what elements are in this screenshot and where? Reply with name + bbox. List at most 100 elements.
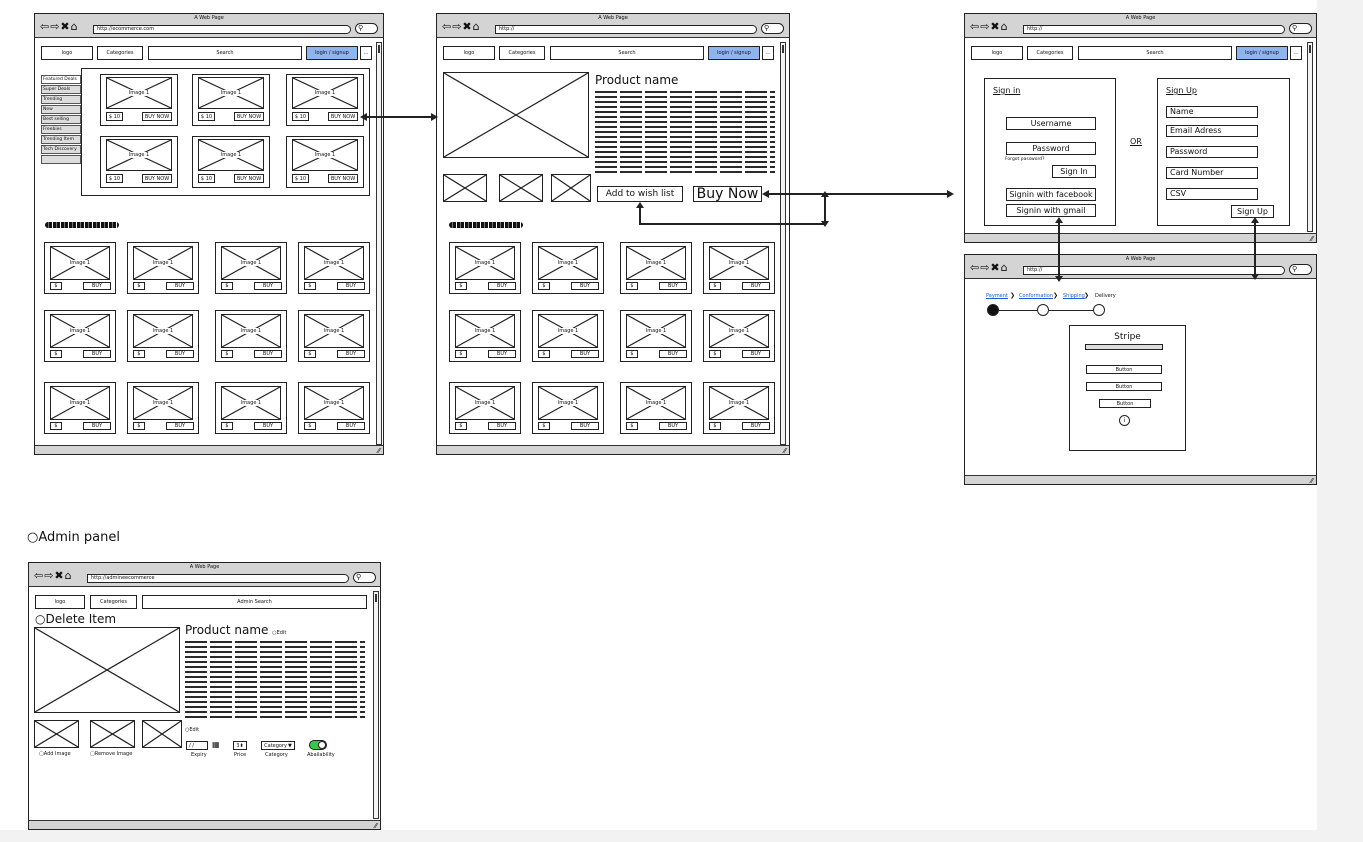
scrollbar[interactable] <box>376 42 382 445</box>
scrollbar[interactable] <box>373 591 379 819</box>
buy-button[interactable]: BUY <box>83 422 111 430</box>
search-icon[interactable]: ⚲ <box>353 572 376 583</box>
stepper-icon[interactable]: ⬍ <box>239 743 243 749</box>
buy-now-button[interactable]: BUY NOW <box>142 174 172 183</box>
logo-button[interactable]: logo <box>41 46 93 60</box>
url-bar[interactable]: http:// <box>1023 266 1285 275</box>
search-input[interactable]: Search <box>148 46 302 60</box>
add-to-wishlist-button[interactable]: Add to wish list <box>597 186 683 202</box>
stripe-button-3[interactable]: Button <box>1099 399 1151 408</box>
email-field[interactable]: Email Adress <box>1166 125 1258 137</box>
price-stepper[interactable]: 3 ⬍ <box>233 741 247 750</box>
buy-now-button[interactable]: BUY NOW <box>234 112 264 121</box>
logo-button[interactable]: logo <box>443 46 495 60</box>
buy-button[interactable]: BUY <box>337 422 365 430</box>
url-bar[interactable]: http:// <box>1023 25 1285 34</box>
stripe-button-1[interactable]: Button <box>1086 365 1162 374</box>
nav-icons[interactable]: ⇦⇨✖⌂ <box>34 570 73 582</box>
step-payment[interactable]: Payment <box>986 293 1008 299</box>
url-bar[interactable]: http://ecommerce.com <box>93 25 351 34</box>
resize-icon[interactable]: ⁄⁄ <box>784 447 786 454</box>
buy-button[interactable]: BUY <box>337 350 365 358</box>
search-icon[interactable]: ⚲ <box>1289 264 1312 275</box>
username-field[interactable]: Username <box>1006 117 1096 130</box>
resize-icon[interactable]: ⁄⁄ <box>378 447 380 454</box>
buy-button[interactable]: BUY <box>659 350 687 358</box>
admin-search-input[interactable]: Admin Search <box>142 595 367 609</box>
info-icon[interactable]: i <box>1119 415 1130 426</box>
login-signup-button[interactable]: login / signup <box>708 46 760 60</box>
buy-button[interactable]: BUY <box>337 282 365 290</box>
buy-button[interactable]: BUY <box>254 422 282 430</box>
search-input[interactable]: Search <box>1078 46 1232 60</box>
buy-button[interactable]: BUY <box>742 422 770 430</box>
buy-button[interactable]: BUY <box>83 350 111 358</box>
nav-icons[interactable]: ⇦⇨✖⌂ <box>970 21 1009 33</box>
remove-image-control[interactable]: ▢Remove Image <box>90 751 132 757</box>
search-input[interactable]: Search <box>550 46 704 60</box>
sidebar-item[interactable]: Tech Discovery <box>41 145 81 154</box>
logo-button[interactable]: logo <box>35 595 85 609</box>
more-button[interactable]: ... <box>762 46 774 60</box>
buy-button[interactable]: BUY <box>571 422 599 430</box>
add-image-control[interactable]: ▢Add Image <box>39 751 71 757</box>
buy-button[interactable]: BUY <box>166 350 194 358</box>
category-select[interactable]: Category ▼ <box>261 741 295 750</box>
sidebar-item[interactable]: Freebies <box>41 125 81 134</box>
expiry-date-input[interactable]: / / <box>186 741 208 750</box>
name-field[interactable]: Name <box>1166 106 1258 118</box>
scrollbar[interactable] <box>1307 42 1313 232</box>
buy-button[interactable]: BUY <box>659 422 687 430</box>
categories-button[interactable]: Categories <box>97 46 143 60</box>
buy-now-button[interactable]: BUY NOW <box>234 174 264 183</box>
buy-button[interactable]: BUY <box>166 422 194 430</box>
search-icon[interactable]: ⚲ <box>761 23 784 34</box>
scrollbar[interactable] <box>780 42 786 445</box>
search-icon[interactable]: ⚲ <box>355 23 378 34</box>
buy-button[interactable]: BUY <box>742 350 770 358</box>
sign-in-button[interactable]: Sign In <box>1052 165 1096 178</box>
more-button[interactable]: ... <box>360 46 372 60</box>
resize-icon[interactable]: ⁄⁄ <box>375 822 377 829</box>
buy-button[interactable]: BUY <box>488 350 516 358</box>
url-bar[interactable]: http:// <box>495 25 757 34</box>
categories-button[interactable]: Categories <box>90 595 137 609</box>
buy-button[interactable]: BUY <box>659 282 687 290</box>
chevron-down-icon[interactable]: ▼ <box>288 743 292 749</box>
nav-icons[interactable]: ⇦⇨✖⌂ <box>970 262 1009 274</box>
url-bar[interactable]: http://admineecommerce <box>87 574 349 583</box>
buy-now-button[interactable]: BUY NOW <box>328 174 358 183</box>
forgot-password-link[interactable]: Forgot password? <box>1005 157 1045 162</box>
search-icon[interactable]: ⚲ <box>1289 23 1312 34</box>
login-signup-button[interactable]: login / signup <box>1236 46 1288 60</box>
buy-button[interactable]: BUY <box>83 282 111 290</box>
buy-button[interactable]: BUY <box>571 350 599 358</box>
buy-button[interactable]: BUY <box>488 422 516 430</box>
buy-button[interactable]: BUY <box>742 282 770 290</box>
buy-now-button[interactable]: Buy Now <box>693 186 762 202</box>
buy-button[interactable]: BUY <box>571 282 599 290</box>
card-number-field[interactable]: Card Number <box>1166 167 1258 179</box>
logo-button[interactable]: logo <box>971 46 1023 60</box>
buy-button[interactable]: BUY <box>488 282 516 290</box>
categories-button[interactable]: Categories <box>1027 46 1073 60</box>
buy-button[interactable]: BUY <box>166 282 194 290</box>
stripe-button-2[interactable]: Button <box>1086 382 1162 391</box>
csv-field[interactable]: CSV <box>1166 188 1258 200</box>
signin-facebook-button[interactable]: Signin with facebook <box>1006 188 1096 201</box>
login-signup-button[interactable]: login / signup <box>306 46 358 60</box>
buy-button[interactable]: BUY <box>254 282 282 290</box>
buy-now-button[interactable]: BUY NOW <box>142 112 172 121</box>
password-field[interactable]: Password <box>1006 142 1096 155</box>
signin-gmail-button[interactable]: Signin with gmail <box>1006 204 1096 217</box>
step-shipping[interactable]: Shipping <box>1063 293 1085 299</box>
signup-password-field[interactable]: Password <box>1166 146 1258 158</box>
resize-icon[interactable]: ⁄⁄ <box>1311 235 1313 242</box>
calendar-icon[interactable]: ▦ <box>212 740 220 749</box>
resize-icon[interactable]: ⁄⁄ <box>1311 477 1313 484</box>
edit-description-control[interactable]: ○Edit <box>185 727 199 733</box>
step-conformation[interactable]: Conformation <box>1019 293 1053 299</box>
sidebar-item[interactable]: Trending Item <box>41 135 81 144</box>
edit-name-control[interactable]: ○Edit <box>272 630 286 636</box>
nav-icons[interactable]: ⇦⇨✖⌂ <box>442 21 481 33</box>
